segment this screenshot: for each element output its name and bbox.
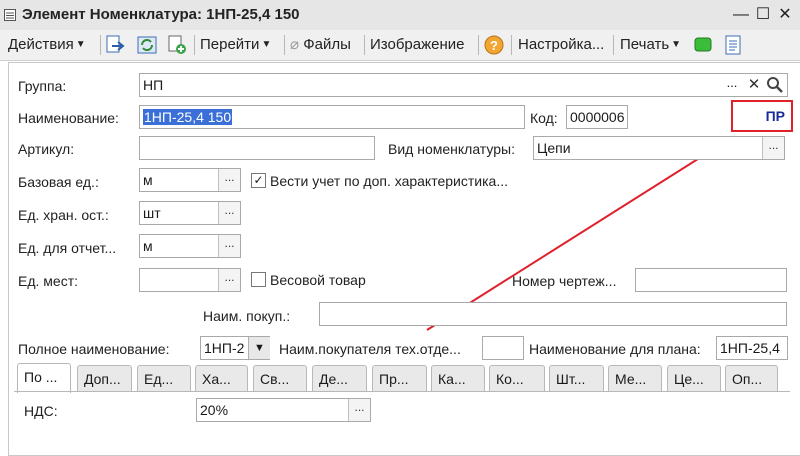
tab[interactable]: Оп... xyxy=(725,365,778,391)
window-title: Элемент Номенклатура: 1НП-25,4 150 xyxy=(22,6,300,23)
svg-text:?: ? xyxy=(490,38,498,53)
window-menu-icon[interactable] xyxy=(4,9,16,21)
chevron-down-icon[interactable]: ▼ xyxy=(248,337,270,359)
tab[interactable]: Шт... xyxy=(549,365,604,391)
buyer-tech-label: Наим.покупателя тех.отде... xyxy=(279,341,461,357)
base-unit-value: м xyxy=(143,172,153,188)
drawing-field[interactable] xyxy=(635,268,787,292)
plan-name-label: Наименование для плана: xyxy=(529,341,701,357)
close-icon: ✕ xyxy=(778,6,792,23)
group-value: НП xyxy=(143,77,164,93)
toolbar-separator xyxy=(478,35,479,55)
vat-field[interactable]: 20% xyxy=(196,398,371,422)
type-label: Вид номенклатуры: xyxy=(388,141,515,157)
settings-button[interactable]: Настройка... xyxy=(518,33,604,57)
annotation-badge: ПР xyxy=(731,100,793,132)
goto-menu[interactable]: Перейти ▼ xyxy=(200,33,271,57)
storage-unit-select-button[interactable]: ... xyxy=(218,202,240,224)
refresh-icon[interactable] xyxy=(136,34,158,56)
tab[interactable]: Св... xyxy=(253,365,307,391)
report-unit-label: Ед. для отчет... xyxy=(18,240,117,256)
toolbar-separator xyxy=(284,35,285,55)
report-unit-value: м xyxy=(143,238,153,254)
tab[interactable]: Ме... xyxy=(608,365,662,391)
save-close-icon[interactable] xyxy=(104,34,126,56)
name-label: Наименование: xyxy=(18,110,119,126)
toolbar-separator xyxy=(100,35,101,55)
weight-label: Весовой товар xyxy=(270,272,366,288)
group-label: Группа: xyxy=(18,78,67,94)
weight-checkbox[interactable] xyxy=(251,272,266,287)
tab[interactable]: Доп... xyxy=(77,365,132,391)
type-select-button[interactable]: ... xyxy=(762,137,784,159)
code-field[interactable]: 0000006 xyxy=(566,105,628,129)
maximize-button[interactable]: ☐ xyxy=(752,4,774,26)
close-button[interactable]: ✕ xyxy=(774,4,796,26)
article-label: Артикул: xyxy=(18,141,75,157)
vat-select-button[interactable]: ... xyxy=(348,399,370,421)
buyer-name-label: Наим. покуп.: xyxy=(203,308,291,324)
vat-value: 20% xyxy=(200,402,229,418)
places-unit-select-button[interactable]: ... xyxy=(218,269,240,291)
files-button[interactable]: ⌀ Файлы xyxy=(290,33,351,57)
places-unit-label: Ед. мест: xyxy=(18,273,78,289)
drawing-label: Номер чертеж... xyxy=(512,273,617,289)
tab-divider xyxy=(14,391,790,392)
group-field[interactable]: НП xyxy=(139,73,788,97)
tab[interactable]: Ха... xyxy=(195,365,248,391)
base-unit-select-button[interactable]: ... xyxy=(218,169,240,191)
select-dots-button[interactable]: ... xyxy=(722,75,742,95)
type-value: Цепи xyxy=(537,140,571,156)
toolbar-separator xyxy=(511,35,512,55)
help-icon[interactable]: ? xyxy=(483,34,505,56)
toolbar-separator xyxy=(613,35,614,55)
tab[interactable]: Ка... xyxy=(431,365,485,391)
buyer-tech-field[interactable] xyxy=(482,336,524,360)
tab[interactable]: Ед... xyxy=(137,365,191,391)
green-status-icon[interactable] xyxy=(692,34,714,56)
storage-unit-value: шт xyxy=(143,205,161,221)
name-field[interactable]: 1НП-25,4 150 xyxy=(139,105,525,129)
search-icon[interactable] xyxy=(766,76,784,94)
actions-menu[interactable]: Действия ▼ xyxy=(8,33,86,57)
vat-label: НДС: xyxy=(24,403,58,419)
tab[interactable]: Це... xyxy=(667,365,721,391)
report-unit-select-button[interactable]: ... xyxy=(218,235,240,257)
clear-icon[interactable]: ✕ xyxy=(744,75,764,95)
tab[interactable]: Ко... xyxy=(489,365,545,391)
toolbar-separator xyxy=(194,35,195,55)
full-name-label: Полное наименование: xyxy=(18,341,170,357)
chevron-down-icon: ▼ xyxy=(671,39,682,51)
storage-unit-label: Ед. хран. ост.: xyxy=(18,207,109,223)
chevron-down-icon: ▼ xyxy=(75,39,86,51)
full-name-value: 1НП-2 xyxy=(204,340,245,356)
type-field[interactable]: Цепи xyxy=(533,136,785,160)
track-chars-checkbox[interactable]: ✓ xyxy=(251,173,266,188)
tab[interactable]: Пр... xyxy=(372,365,427,391)
paperclip-icon: ⌀ xyxy=(290,36,300,53)
base-unit-label: Базовая ед.: xyxy=(18,174,99,190)
article-field[interactable] xyxy=(139,136,375,160)
track-chars-label: Вести учет по доп. характеристика... xyxy=(270,173,508,189)
name-value: 1НП-25,4 150 xyxy=(143,109,233,125)
image-button[interactable]: Изображение xyxy=(370,33,465,57)
code-label: Код: xyxy=(530,110,558,126)
tab[interactable]: Де... xyxy=(312,365,367,391)
buyer-name-field[interactable] xyxy=(319,302,787,326)
chevron-down-icon: ▼ xyxy=(261,39,272,51)
document-list-icon[interactable] xyxy=(722,34,744,56)
copy-add-icon[interactable] xyxy=(166,34,188,56)
minimize-button[interactable]: — xyxy=(730,4,752,26)
toolbar-separator xyxy=(364,35,365,55)
minimize-icon: — xyxy=(733,6,749,23)
plan-name-field[interactable]: 1НП-25,4 xyxy=(716,336,788,360)
print-menu[interactable]: Печать ▼ xyxy=(620,33,681,57)
maximize-icon: ☐ xyxy=(755,6,771,23)
tab[interactable]: По ... xyxy=(17,363,71,393)
